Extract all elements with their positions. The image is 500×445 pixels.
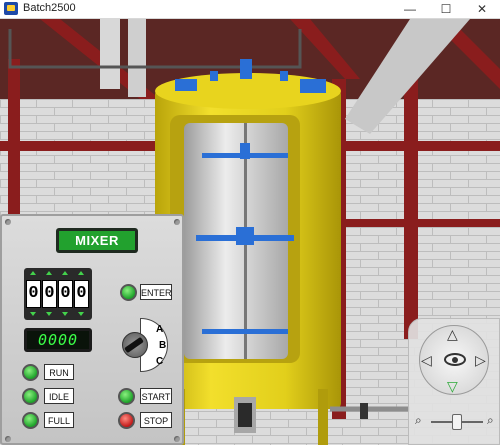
zoom-in-icon[interactable]: ⌕ [487, 413, 494, 428]
mode-selector-switch[interactable]: A B C [120, 318, 168, 372]
mixer-control-panel: MIXER 0 0 0 0 ENTER 0000 A B C RUN IDLE … [0, 214, 184, 445]
selector-position-a: A [156, 324, 164, 335]
enter-label[interactable]: ENTER [140, 284, 172, 300]
digit-1-decrement[interactable] [30, 312, 36, 316]
digit-3-decrement[interactable] [62, 312, 68, 316]
window-title: Batch2500 [23, 2, 76, 14]
camera-navigation-widget: △ ▽ ◁ ▷ ⌕ ⌕ [408, 318, 500, 445]
panel-title: MIXER [56, 228, 138, 253]
camera-right-icon[interactable]: ▷ [475, 353, 486, 367]
full-indicator-led [22, 412, 39, 429]
lcd-display: 0000 [24, 328, 92, 352]
thumbwheel-counter: 0 0 0 0 [24, 268, 92, 320]
camera-left-icon[interactable]: ◁ [421, 353, 432, 367]
digit-1-increment[interactable] [30, 271, 36, 275]
panel-screw [174, 436, 180, 442]
start-label[interactable]: START [140, 388, 172, 404]
idle-indicator-led [22, 388, 39, 405]
counter-digit: 0 [26, 280, 41, 308]
digit-4-increment[interactable] [78, 271, 84, 275]
lcd-value: 0000 [27, 331, 89, 349]
digit-2-decrement[interactable] [46, 312, 52, 316]
enter-led-button[interactable] [120, 284, 137, 301]
zoom-slider-thumb[interactable] [452, 414, 462, 430]
stop-label[interactable]: STOP [140, 412, 172, 428]
panel-title-text: MIXER [59, 231, 135, 250]
camera-down-icon[interactable]: ▽ [447, 379, 458, 393]
selector-position-b: B [159, 340, 167, 351]
run-label: RUN [44, 364, 74, 380]
run-indicator-led [22, 364, 39, 381]
zoom-out-icon[interactable]: ⌕ [415, 413, 422, 428]
digit-3-increment[interactable] [62, 271, 68, 275]
panel-screw [5, 436, 11, 442]
digit-4-decrement[interactable] [78, 312, 84, 316]
eye-icon[interactable] [444, 353, 466, 366]
digit-2-increment[interactable] [46, 271, 52, 275]
maximize-button[interactable]: ☐ [428, 0, 464, 18]
selector-position-c: C [156, 356, 164, 367]
counter-digit: 0 [58, 280, 73, 308]
close-button[interactable]: ✕ [464, 0, 500, 18]
start-button[interactable] [118, 388, 135, 405]
panel-screw [174, 219, 180, 225]
window-titlebar: Batch2500 — ☐ ✕ [0, 0, 500, 19]
minimize-button[interactable]: — [392, 0, 428, 18]
panel-screw [5, 219, 11, 225]
counter-digit: 0 [74, 280, 89, 308]
counter-digit: 0 [42, 280, 57, 308]
idle-label: IDLE [44, 388, 74, 404]
app-icon [4, 2, 18, 15]
full-label: FULL [44, 412, 74, 428]
camera-up-icon[interactable]: △ [447, 327, 458, 341]
stop-button[interactable] [118, 412, 135, 429]
